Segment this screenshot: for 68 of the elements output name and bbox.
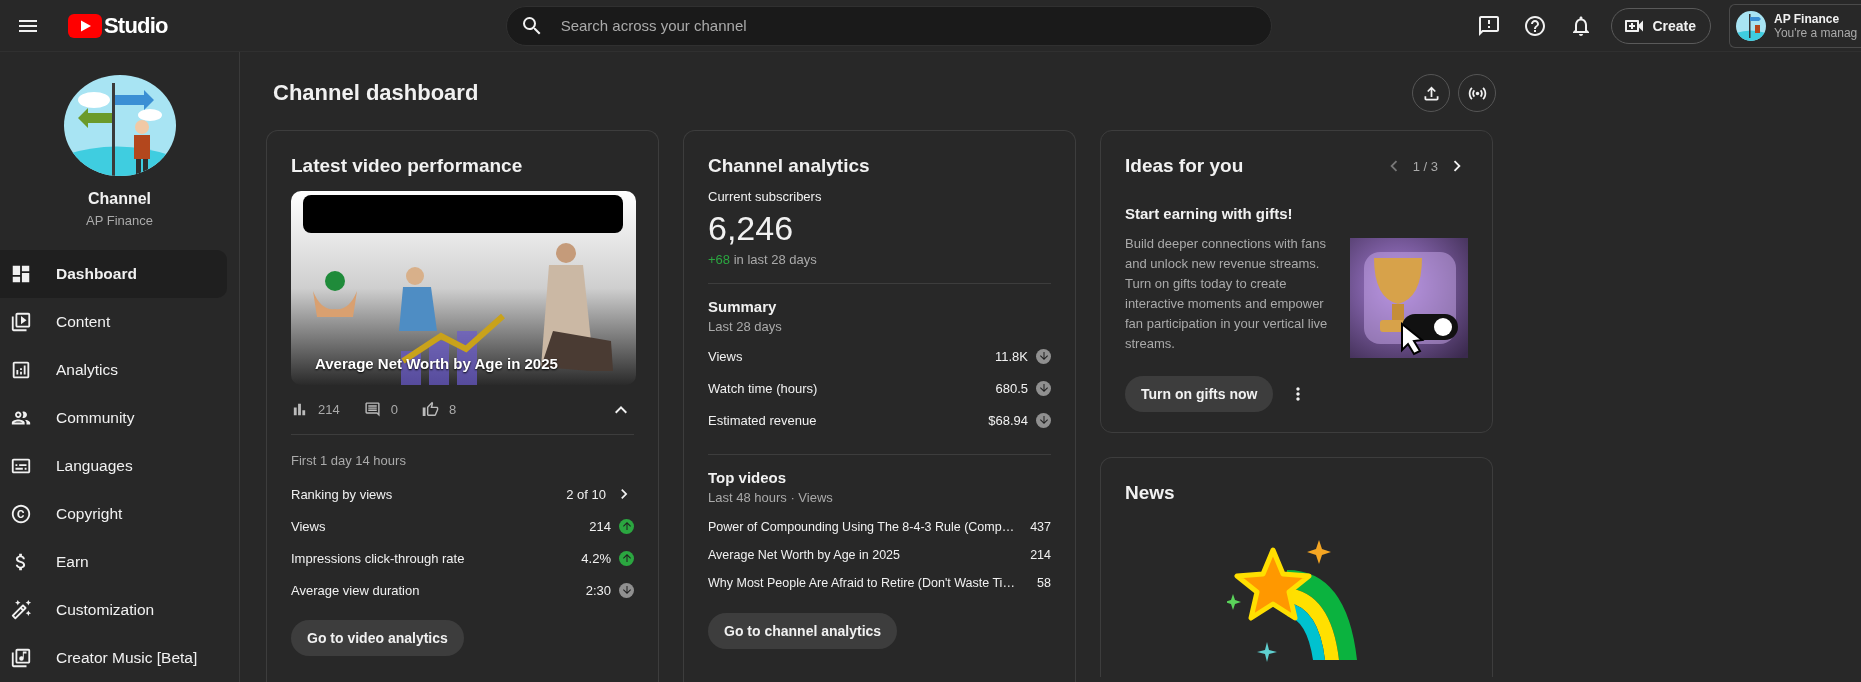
video-title[interactable]: Average Net Worth by Age in 2025 (315, 355, 558, 372)
view-count: 214 (318, 402, 340, 417)
bar-chart-icon (10, 359, 32, 381)
top-video-title[interactable]: Power of Compounding Using The 8-4-3 Rule (Comp… (708, 520, 1015, 534)
account-role: You're a manag (1774, 25, 1858, 40)
section-subtitle: Last 48 hours · Views (708, 490, 834, 505)
magic-wand-icon (10, 599, 32, 621)
metric-value: 214 (589, 518, 611, 534)
nav-item[interactable]: Copyright (0, 490, 227, 538)
card-title: News (1125, 481, 1176, 505)
comment-icon (363, 401, 381, 418)
section-subtitle: Last 28 days (708, 319, 783, 334)
page-title: Channel dashboard (273, 80, 479, 106)
nav-item[interactable]: Dashboard (0, 250, 227, 298)
nav-item[interactable]: Customization (0, 586, 227, 634)
account-chip[interactable]: AP Finance You're a manag (1729, 3, 1861, 48)
metric-label: Impressions click-through rate (291, 550, 465, 566)
idea-description: Build deeper connections with fans and unlock new revenue streams. Turn on gifts today to create interactive moments and empower fan participation in your vertical live streams. (1125, 235, 1329, 353)
account-name: AP Finance (1774, 11, 1841, 26)
nav-item[interactable]: Earn (0, 538, 227, 586)
top-video-title[interactable]: Average Net Worth by Age in 2025 (708, 548, 901, 562)
metric-label: Average view duration (291, 582, 420, 598)
channel-name: AP Finance (86, 213, 153, 228)
period-label: First 1 day 14 hours (291, 453, 407, 468)
like-count: 8 (448, 402, 457, 417)
nav-item[interactable]: Content (0, 298, 227, 346)
metric-value: 11.8K (995, 348, 1028, 364)
top-video-views: 437 (1030, 520, 1051, 534)
studio-logo[interactable]: Studio (68, 12, 168, 39)
video-analytics-button[interactable]: Go to video analytics (291, 620, 464, 656)
thumbs-up-icon (421, 401, 439, 418)
subscribers-label: Current subscribers (708, 189, 823, 204)
music-library-icon (10, 647, 32, 669)
metric-label: Views (291, 518, 326, 534)
ranking-row[interactable]: Ranking by views 2 of 10 (291, 478, 634, 510)
metric-value: 680.5 (995, 380, 1028, 396)
page-indicator: 1 / 3 (1412, 158, 1438, 174)
nav-item[interactable]: Analytics (0, 346, 227, 394)
top-video-views: 58 (1037, 576, 1051, 590)
channel-label: Channel (87, 190, 152, 208)
subscriber-count: 6,246 (708, 208, 795, 248)
top-video-title[interactable]: Why Most People Are Afraid to Retire (Don't Waste Ti… (708, 576, 1015, 590)
create-button[interactable]: Create (1611, 7, 1711, 44)
section-title: Top videos (708, 469, 788, 486)
nav-item[interactable]: Creator Music [Beta] (0, 634, 227, 682)
comment-count: 0 (390, 402, 398, 417)
dashboard-icon (10, 263, 32, 285)
nav-item[interactable]: Community (0, 394, 227, 442)
idea-heading: Start earning with gifts! (1125, 205, 1294, 222)
copyright-icon (10, 503, 32, 525)
subscriber-change: +68 in last 28 days (708, 252, 818, 267)
metric-label: Watch time (hours) (708, 380, 818, 396)
metric-value: $68.94 (988, 412, 1028, 428)
metric-label: Estimated revenue (708, 412, 817, 428)
channel-analytics-button[interactable]: Go to channel analytics (708, 613, 898, 649)
section-title: Summary (708, 298, 778, 315)
card-title: Latest video performance (291, 154, 524, 178)
metric-label: Views (708, 348, 743, 364)
metric-value: 4.2% (581, 550, 611, 566)
video-library-icon (10, 311, 32, 333)
metric-value: 2:30 (585, 582, 611, 598)
turn-on-gifts-button[interactable]: Turn on gifts now (1125, 376, 1274, 412)
card-title: Ideas for you (1125, 154, 1244, 178)
top-video-views: 214 (1030, 548, 1051, 562)
search-field[interactable]: Search across your channel (505, 5, 1272, 46)
nav-item[interactable]: Languages (0, 442, 227, 490)
bar-chart-icon (291, 401, 308, 418)
card-title: Channel analytics (708, 154, 871, 178)
